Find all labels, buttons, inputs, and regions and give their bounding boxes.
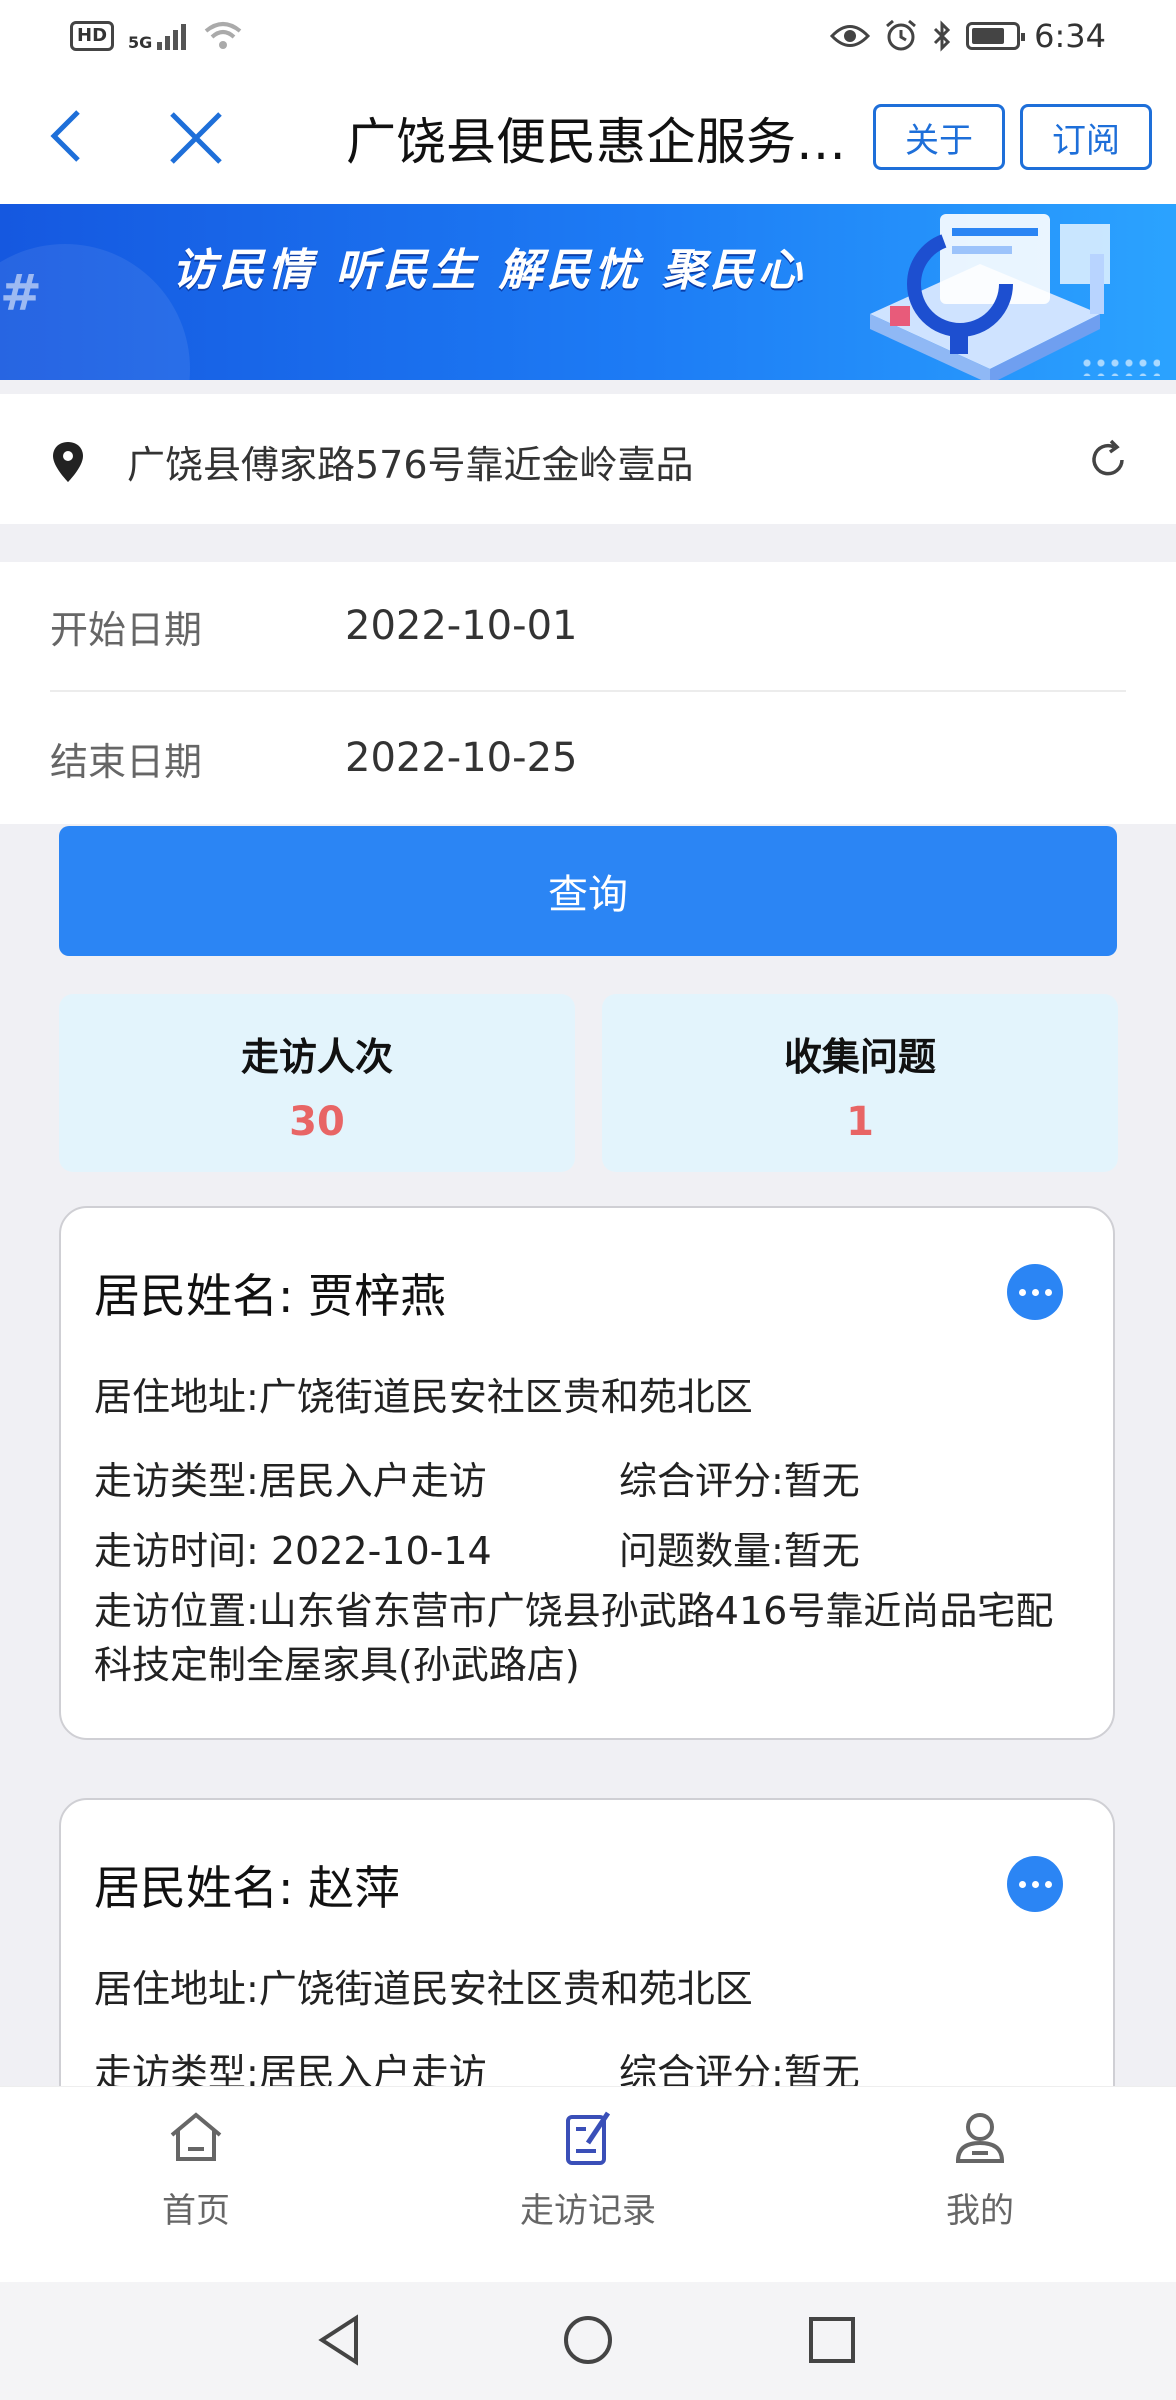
more-options-icon[interactable] [1007, 1856, 1063, 1912]
issues-stat: 收集问题 1 [602, 994, 1118, 1172]
visit-record-card[interactable]: 居民姓名: 贾梓燕 居住地址:广饶街道民安社区贵和苑北区 走访类型:居民入户走访… [59, 1206, 1115, 1740]
recent-apps-icon[interactable] [804, 2312, 860, 2368]
issue-count: 问题数量:暂无 [619, 1529, 860, 1573]
banner-dots [1080, 356, 1160, 376]
home-icon [170, 2112, 222, 2161]
back-icon[interactable] [40, 106, 100, 166]
tab-mine-label: 我的 [946, 2191, 1014, 2231]
banner-illustration-icon [870, 214, 1110, 380]
current-address: 广饶县傅家路576号靠近金岭壹品 [127, 443, 694, 487]
more-options-icon[interactable] [1007, 1264, 1063, 1320]
network-type: 5G [128, 32, 153, 52]
tab-visit-records-label: 走访记录 [520, 2191, 656, 2231]
banner: # 访民情 听民生 解民忧 聚民心 [0, 204, 1176, 380]
visits-stat: 走访人次 30 [59, 994, 575, 1172]
end-date-row[interactable]: 结束日期 2022-10-25 [50, 693, 1126, 823]
location-pin-icon [53, 442, 83, 482]
bluetooth-icon [934, 20, 951, 52]
end-date-field[interactable]: 2022-10-25 [345, 735, 577, 781]
back-triangle-icon[interactable] [312, 2312, 368, 2368]
close-icon[interactable] [164, 106, 228, 170]
start-date-label: 开始日期 [50, 607, 203, 652]
visits-label: 走访人次 [240, 1035, 393, 1079]
tab-visit-records[interactable]: 走访记录 [478, 2107, 698, 2232]
start-date-row[interactable]: 开始日期 2022-10-01 [50, 562, 1126, 692]
end-date-label: 结束日期 [50, 739, 203, 784]
query-button[interactable]: 查询 [59, 826, 1117, 956]
status-bar: HD 5G 6:34 [0, 0, 1176, 72]
issues-label: 收集问题 [783, 1035, 936, 1079]
resident-address: 居住地址:广饶街道民安社区贵和苑北区 [94, 1375, 753, 1419]
tab-home[interactable]: 首页 [86, 2107, 306, 2232]
page-title: 广饶县便民惠企服务平台 [346, 113, 846, 171]
tab-home-label: 首页 [162, 2191, 230, 2231]
nav-bar: 广饶县便民惠企服务平台 关于 订阅 [0, 72, 1176, 204]
location-row: 广饶县傅家路576号靠近金岭壹品 [0, 394, 1176, 524]
resident-name: 居民姓名: 赵萍 [94, 1861, 401, 1915]
battery-level [972, 28, 1004, 44]
visit-type: 走访类型:居民入户走访 [94, 1459, 487, 1503]
tab-mine[interactable]: 我的 [870, 2107, 1090, 2232]
subscribe-button[interactable]: 订阅 [1020, 104, 1152, 170]
about-button[interactable]: 关于 [873, 104, 1005, 170]
visit-time: 走访时间: 2022-10-14 [94, 1529, 492, 1573]
battery-icon [966, 22, 1026, 50]
home-circle-icon[interactable] [560, 2312, 616, 2368]
banner-slogan: 访民情 听民生 解民忧 聚民心 [172, 245, 806, 296]
visit-location: 走访位置:山东省东营市广饶县孙武路416号靠近尚品宅配科技定制全屋家具(孙武路店… [94, 1589, 1054, 1687]
eye-icon [830, 25, 871, 47]
date-filter: 开始日期 2022-10-01 结束日期 2022-10-25 [0, 562, 1176, 824]
wifi-icon [205, 22, 242, 49]
edit-record-icon [566, 2111, 611, 2165]
alarm-icon [886, 19, 917, 51]
issues-count: 1 [846, 1099, 874, 1145]
start-date-field[interactable]: 2022-10-01 [345, 603, 577, 649]
visits-count: 30 [289, 1099, 345, 1145]
user-icon [955, 2113, 1005, 2163]
resident-address: 居住地址:广饶街道民安社区贵和苑北区 [94, 1967, 753, 2011]
resident-name: 居民姓名: 贾梓燕 [94, 1269, 447, 1323]
overall-rating: 综合评分:暂无 [619, 1459, 860, 1503]
hd-badge: HD [70, 21, 115, 51]
signal-icon [157, 24, 187, 50]
bottom-tab-bar: 首页 走访记录 我的 [0, 2086, 1176, 2282]
refresh-icon[interactable] [1086, 438, 1130, 482]
system-nav-bar [0, 2282, 1176, 2400]
hash-decoration-icon: # [0, 264, 42, 322]
clock: 6:34 [1034, 17, 1106, 55]
